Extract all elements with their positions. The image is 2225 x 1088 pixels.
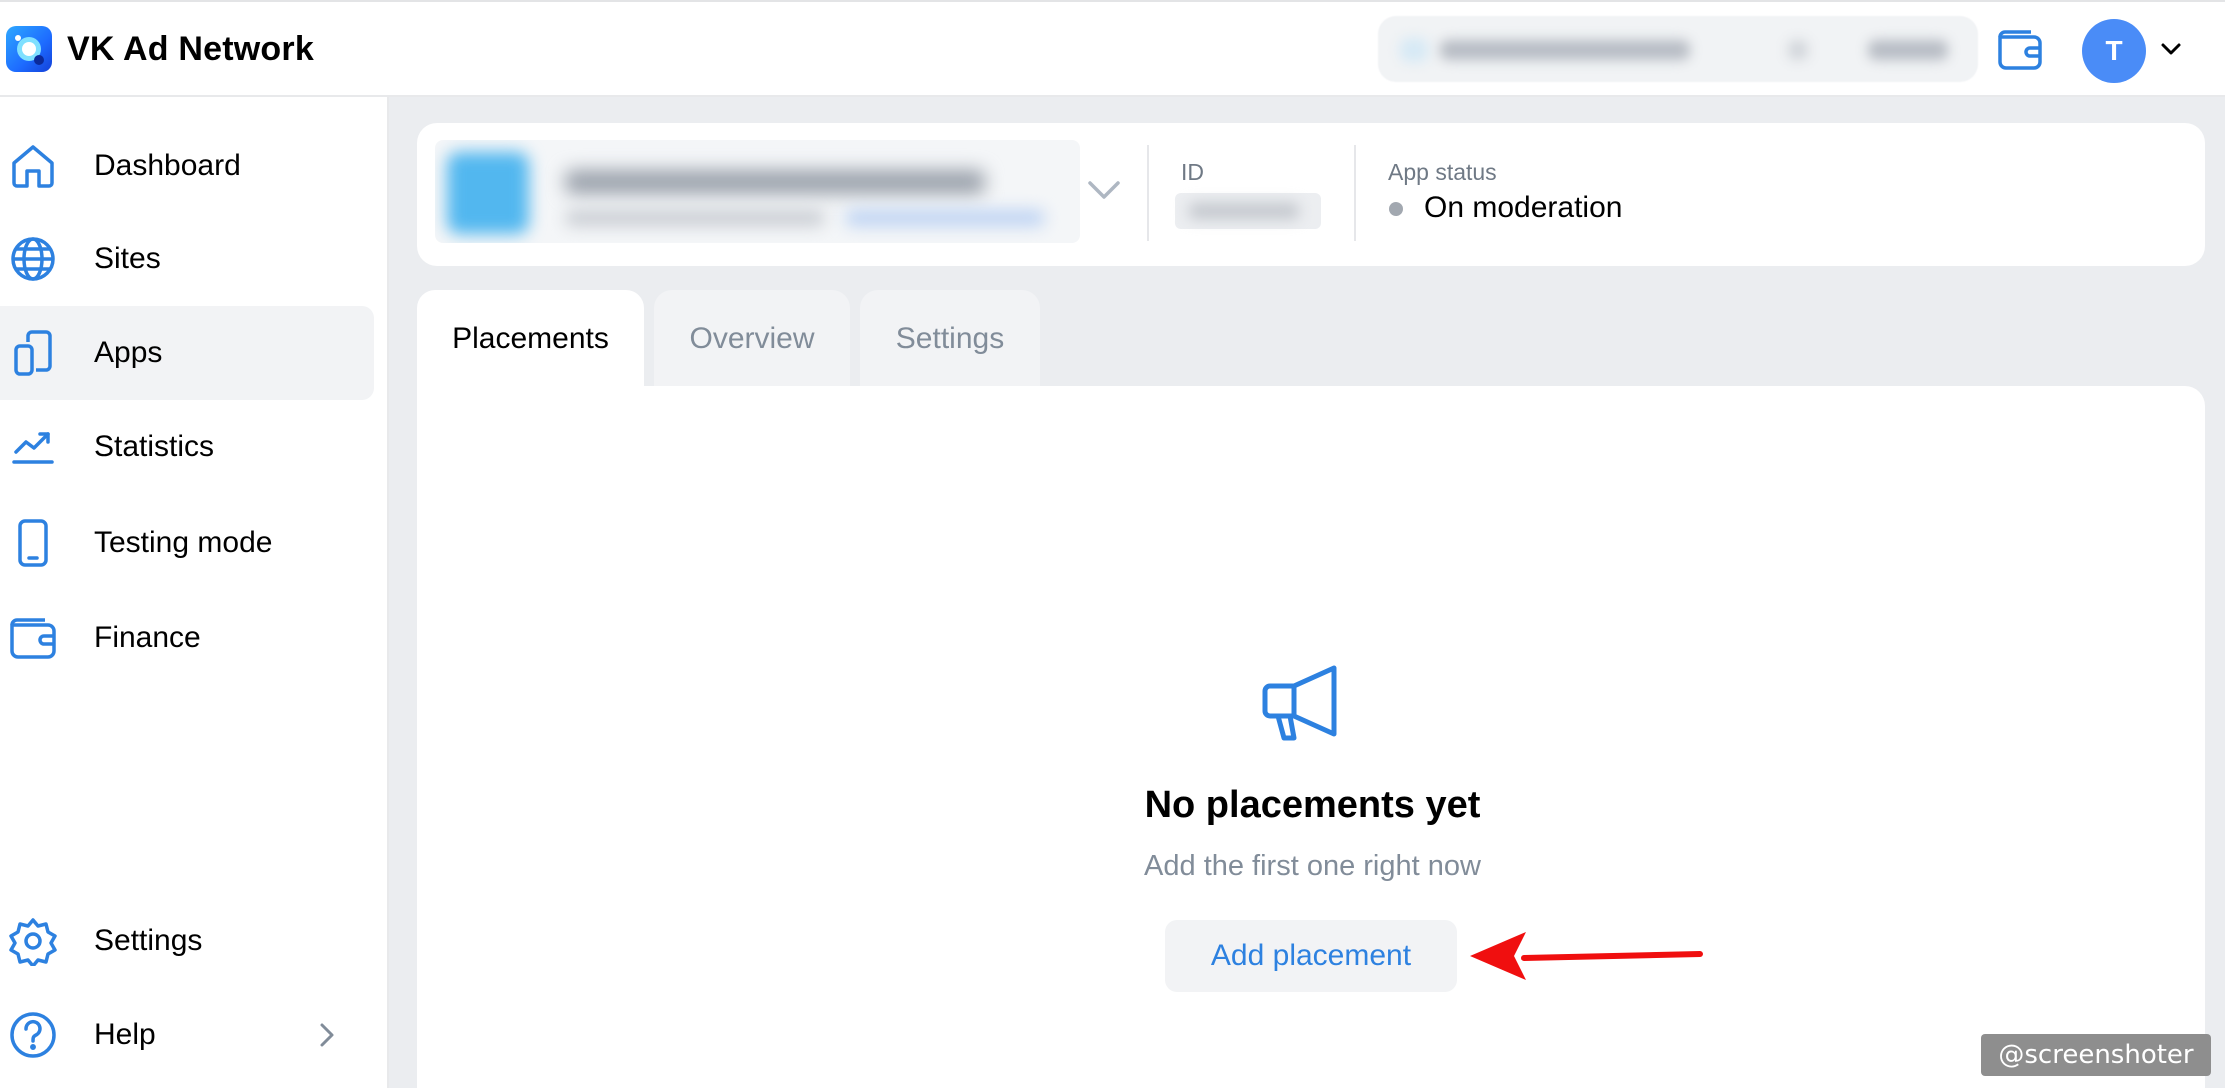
empty-state-title: No placements yet	[1144, 784, 1481, 826]
sidebar-item-label: Testing mode	[94, 526, 273, 559]
phone-icon	[8, 518, 58, 568]
app-title[interactable]: VK Ad Network	[67, 30, 314, 69]
sidebar-item-settings[interactable]: Settings	[0, 894, 374, 988]
wallet-icon	[8, 613, 58, 663]
app-status-label: App status	[1388, 159, 1497, 185]
watermark: @screenshoter	[1981, 1034, 2211, 1076]
app-selector-blurred[interactable]	[435, 140, 1080, 243]
add-placement-button[interactable]: Add placement	[1165, 920, 1457, 992]
sidebar-item-label: Dashboard	[94, 149, 241, 182]
sidebar-item-statistics[interactable]: Statistics	[0, 400, 374, 494]
sidebar-item-label: Finance	[94, 621, 201, 654]
sidebar-item-testing-mode[interactable]: Testing mode	[0, 496, 374, 590]
sidebar-item-apps[interactable]: Apps	[0, 306, 374, 400]
sidebar-item-dashboard[interactable]: Dashboard	[0, 119, 374, 213]
home-icon	[8, 141, 58, 191]
globe-icon	[8, 234, 58, 284]
divider	[1147, 145, 1149, 241]
sidebar-item-label: Statistics	[94, 430, 215, 463]
id-label: ID	[1181, 159, 1204, 185]
chevron-down-icon[interactable]	[1086, 179, 1122, 206]
annotation-arrow-icon	[1464, 920, 1704, 997]
apps-icon	[8, 328, 58, 378]
app-header-card: ID App status On moderation	[417, 123, 2205, 266]
gear-icon	[8, 916, 58, 968]
wallet-icon[interactable]	[1996, 28, 2044, 75]
chart-icon	[8, 422, 58, 472]
megaphone-icon	[1262, 662, 1356, 751]
sidebar-item-label: Help	[94, 1018, 156, 1051]
sidebar-item-sites[interactable]: Sites	[0, 212, 374, 306]
account-balance-blurred[interactable]	[1378, 16, 1978, 82]
tab-settings[interactable]: Settings	[860, 290, 1040, 388]
sidebar: Dashboard Sites Apps Statistics Testing …	[0, 97, 389, 1088]
status-dot-icon	[1389, 202, 1403, 216]
app-status-value: On moderation	[1424, 191, 1623, 224]
empty-state-subtitle: Add the first one right now	[1144, 850, 1481, 882]
sidebar-item-finance[interactable]: Finance	[0, 591, 374, 685]
top-bar: VK Ad Network T	[0, 0, 2225, 97]
chevron-right-icon	[318, 1021, 336, 1054]
tab-overview[interactable]: Overview	[654, 290, 850, 388]
tab-placements[interactable]: Placements	[417, 290, 644, 388]
divider	[1354, 145, 1356, 241]
help-icon	[8, 1010, 58, 1060]
sidebar-item-help[interactable]: Help	[0, 988, 374, 1082]
avatar[interactable]: T	[2082, 19, 2146, 83]
vk-ad-network-logo-icon[interactable]	[6, 26, 52, 72]
sidebar-item-label: Settings	[94, 924, 203, 957]
sidebar-item-label: Sites	[94, 242, 161, 275]
chevron-down-icon[interactable]	[2160, 42, 2182, 61]
sidebar-item-label: Apps	[94, 336, 163, 369]
app-id-blurred	[1175, 193, 1321, 229]
